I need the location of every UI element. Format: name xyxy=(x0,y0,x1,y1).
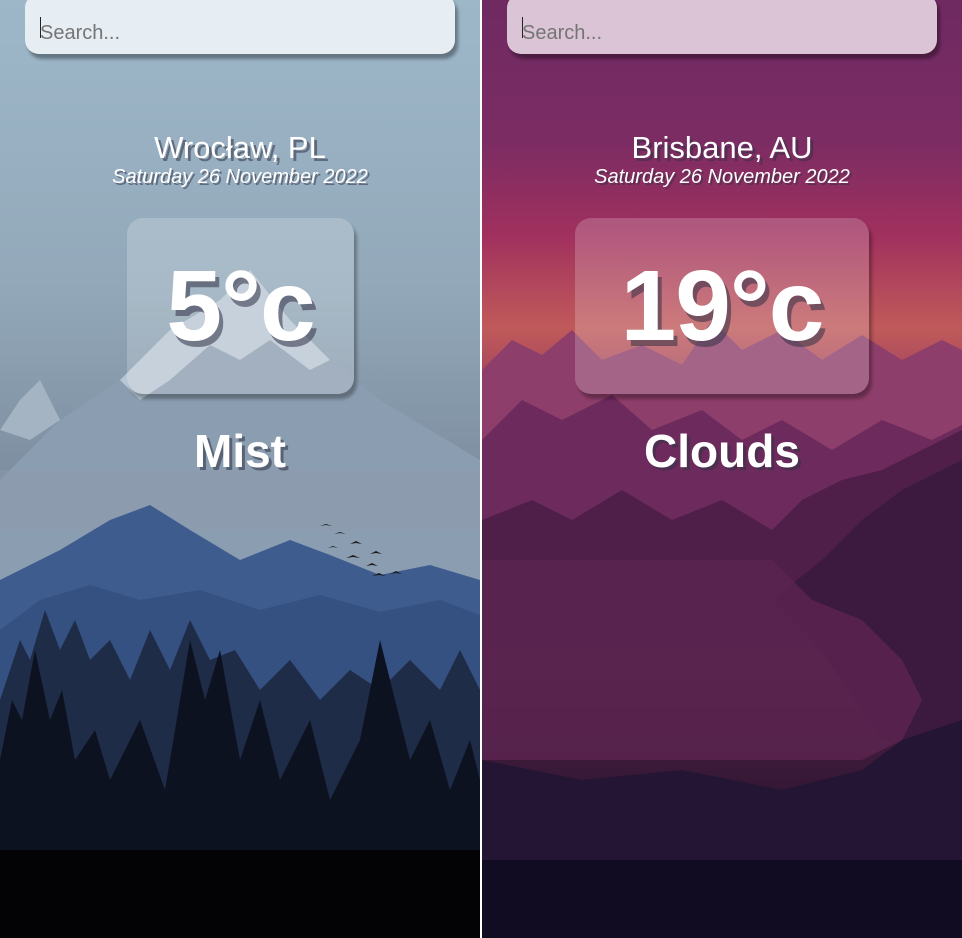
weather-panel-right: Brisbane, AU Saturday 26 November 2022 1… xyxy=(482,0,962,938)
temperature-box: 5°c xyxy=(127,218,354,394)
text-cursor xyxy=(40,17,41,38)
location-label: Wrocław, PL xyxy=(154,130,326,165)
location-label: Brisbane, AU xyxy=(631,130,813,165)
temperature-box: 19°c xyxy=(575,218,869,394)
text-cursor xyxy=(522,17,523,38)
temperature-value: 5°c xyxy=(166,249,315,362)
weather-panel-left: Wrocław, PL Saturday 26 November 2022 5°… xyxy=(0,0,480,938)
date-label: Saturday 26 November 2022 xyxy=(594,166,850,188)
temperature-value: 19°c xyxy=(620,249,825,362)
search-input[interactable] xyxy=(507,0,937,54)
date-label: Saturday 26 November 2022 xyxy=(112,166,368,188)
weather-condition: Mist xyxy=(194,425,286,477)
weather-condition: Clouds xyxy=(644,425,800,477)
search-input[interactable] xyxy=(25,0,455,54)
